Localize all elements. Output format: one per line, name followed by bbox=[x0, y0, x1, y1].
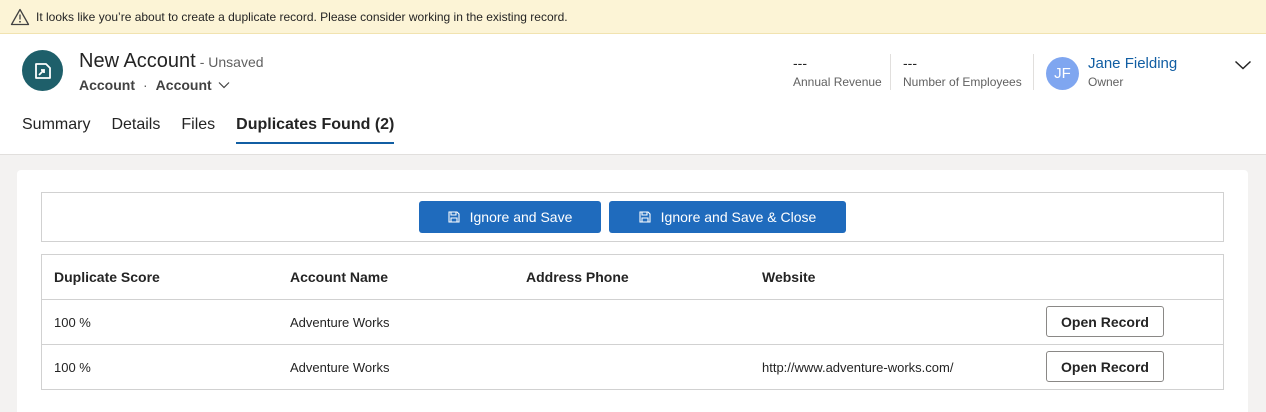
employees-label: Number of Employees bbox=[903, 75, 1022, 89]
owner-label: Owner bbox=[1088, 75, 1124, 89]
duplicate-action-bar: Ignore and Save Ignore and Save & Close bbox=[41, 192, 1224, 242]
duplicate-warning-banner: It looks like you’re about to create a d… bbox=[0, 0, 1266, 34]
tab-details[interactable]: Details bbox=[111, 116, 160, 144]
column-header-address-phone[interactable]: Address Phone bbox=[526, 255, 629, 299]
expand-header-button[interactable] bbox=[1232, 54, 1254, 76]
tab-duplicates-found[interactable]: Duplicates Found (2) bbox=[236, 116, 395, 144]
account-icon bbox=[22, 50, 63, 91]
tab-list: Summary Details Files Duplicates Found (… bbox=[22, 116, 415, 144]
entity-name: Account bbox=[79, 77, 135, 93]
ignore-and-save-label: Ignore and Save bbox=[469, 209, 573, 225]
header-divider bbox=[890, 54, 891, 90]
page-title: New Account bbox=[79, 50, 196, 72]
column-header-account-name[interactable]: Account Name bbox=[290, 255, 388, 299]
tab-summary[interactable]: Summary bbox=[22, 116, 90, 144]
duplicate-score-cell: 100 % bbox=[54, 360, 91, 375]
duplicates-card: Ignore and Save Ignore and Save & Close … bbox=[17, 170, 1248, 412]
column-header-duplicate-score[interactable]: Duplicate Score bbox=[54, 255, 160, 299]
table-header-row: Duplicate Score Account Name Address Pho… bbox=[42, 255, 1223, 300]
owner-link[interactable]: Jane Fielding bbox=[1088, 55, 1177, 72]
record-header: New Account - Unsaved Account · Account … bbox=[0, 34, 1266, 155]
avatar[interactable]: JF bbox=[1046, 57, 1079, 90]
form-selector[interactable]: Account bbox=[156, 77, 212, 93]
ignore-and-save-close-label: Ignore and Save & Close bbox=[660, 209, 817, 225]
column-header-website[interactable]: Website bbox=[762, 255, 815, 299]
table-row[interactable]: 100 % Adventure Works http://www.adventu… bbox=[42, 345, 1223, 390]
banner-text: It looks like you’re about to create a d… bbox=[36, 9, 568, 24]
chevron-down-icon[interactable] bbox=[218, 81, 230, 89]
warning-triangle-icon bbox=[10, 7, 30, 27]
duplicates-grid: Duplicate Score Account Name Address Pho… bbox=[41, 254, 1224, 390]
save-icon bbox=[639, 211, 651, 223]
ignore-and-save-button[interactable]: Ignore and Save bbox=[419, 201, 601, 233]
employees-value: --- bbox=[903, 55, 917, 71]
account-name-cell: Adventure Works bbox=[290, 360, 390, 375]
unsaved-status: - Unsaved bbox=[199, 54, 264, 70]
table-row[interactable]: 100 % Adventure Works Open Record bbox=[42, 300, 1223, 345]
website-cell: http://www.adventure-works.com/ bbox=[762, 360, 954, 375]
ignore-and-save-close-button[interactable]: Ignore and Save & Close bbox=[609, 201, 846, 233]
employees-field: --- Number of Employees bbox=[903, 56, 1022, 92]
tab-files[interactable]: Files bbox=[181, 116, 215, 144]
open-record-button[interactable]: Open Record bbox=[1046, 306, 1164, 337]
account-name-cell: Adventure Works bbox=[290, 314, 390, 330]
annual-revenue-label: Annual Revenue bbox=[793, 75, 882, 89]
annual-revenue-value: --- bbox=[793, 55, 807, 71]
header-divider bbox=[1033, 54, 1034, 90]
open-record-button[interactable]: Open Record bbox=[1046, 351, 1164, 382]
separator-dot: · bbox=[143, 77, 148, 93]
duplicate-score-cell: 100 % bbox=[54, 314, 91, 330]
annual-revenue-field: --- Annual Revenue bbox=[793, 56, 882, 92]
save-icon bbox=[448, 211, 460, 223]
chevron-down-icon bbox=[1234, 60, 1252, 70]
